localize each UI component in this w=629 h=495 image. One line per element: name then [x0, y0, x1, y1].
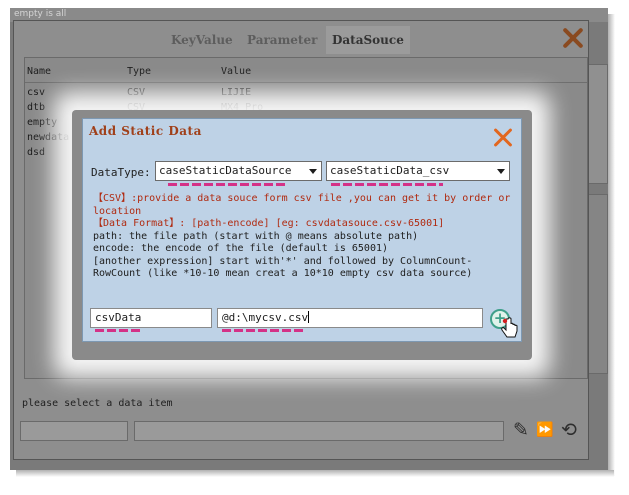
- item-value-field[interactable]: [134, 421, 504, 441]
- top-strip-text: empty is all: [14, 9, 67, 19]
- data-name-value: csvData: [95, 311, 142, 324]
- datatype-select-value: caseStaticDataSource: [159, 164, 292, 177]
- cell-type: CSV: [127, 87, 146, 98]
- datasource-select-value: caseStaticData_csv: [330, 164, 450, 177]
- status-text: please select a data item: [22, 398, 173, 409]
- datatype-label: DataType:: [91, 166, 151, 179]
- description-tag: 【Data Format】: [93, 218, 180, 229]
- header-divider: [25, 82, 587, 83]
- cell-name: empty: [27, 117, 58, 128]
- item-name-field[interactable]: [20, 421, 128, 441]
- description-tag: 【CSV】: [93, 193, 132, 204]
- fast-forward-icon[interactable]: ⏩: [534, 419, 556, 441]
- datatype-select[interactable]: caseStaticDataSource: [155, 161, 322, 181]
- description-text: encode: the encode of the file (default …: [93, 243, 389, 254]
- description-line: 【CSV】:provide a data souce form csv file…: [93, 193, 513, 218]
- data-path-input[interactable]: @d:\mycsv.csv: [217, 308, 483, 328]
- description-line: [another expression] start with'*' and f…: [93, 256, 513, 281]
- page-shadow: [16, 470, 614, 477]
- highlight-underline: [222, 329, 304, 332]
- column-header-name: Name: [27, 66, 52, 77]
- tab-parameter[interactable]: Parameter: [247, 33, 317, 47]
- description-line: encode: the encode of the file (default …: [93, 243, 513, 256]
- table-row[interactable]: csv CSV LIJIE: [25, 86, 587, 101]
- description-text: [another expression] start with'*' and f…: [93, 255, 473, 280]
- pen-icon[interactable]: ✎: [510, 419, 532, 441]
- highlight-underline: [168, 183, 286, 186]
- cell-name: csv: [27, 87, 46, 98]
- close-icon[interactable]: [560, 25, 586, 51]
- description-line: 【Data Format】: [path-encode] [eg: csvdat…: [93, 218, 513, 231]
- cell-name: dtb: [27, 102, 46, 113]
- hand-cursor-icon: [501, 317, 518, 338]
- tab-keyvalue[interactable]: KeyValue: [171, 33, 233, 47]
- cell-name: newdata: [27, 132, 70, 143]
- description-text: : [path-encode] [eg: csvdatasouce.csv-65…: [179, 218, 445, 229]
- tab-datasouce[interactable]: DataSouce: [326, 26, 410, 54]
- close-icon[interactable]: [491, 126, 515, 150]
- chevron-down-icon: [497, 169, 505, 174]
- datasource-select[interactable]: caseStaticData_csv: [326, 161, 510, 181]
- column-header-type: Type: [127, 66, 152, 77]
- side-panel-lower: [588, 194, 608, 374]
- cell-name: dsd: [27, 147, 46, 158]
- description-text: path: the file path (start with @ means …: [93, 230, 419, 242]
- add-static-data-dialog: Add Static Data DataType: caseStaticData…: [82, 118, 522, 342]
- text-caret: [308, 311, 310, 323]
- chevron-down-icon: [309, 169, 317, 174]
- highlight-underline: [331, 183, 443, 186]
- reset-icon[interactable]: ⟲: [558, 419, 580, 441]
- highlight-underline: [95, 329, 143, 332]
- description-line: path: the file path (start with @ means …: [93, 231, 513, 244]
- side-panel: [588, 64, 608, 184]
- cell-value: LIJIE: [221, 87, 252, 98]
- page-shadow: [608, 14, 615, 476]
- data-name-input[interactable]: csvData: [90, 308, 212, 328]
- format-description: 【CSV】:provide a data souce form csv file…: [93, 193, 513, 281]
- tab-bar: KeyValue Parameter DataSouce: [14, 21, 588, 55]
- data-path-value: @d:\mycsv.csv: [222, 311, 309, 324]
- column-header-value: Value: [221, 66, 252, 77]
- description-text: :provide a data souce form csv file ,you…: [93, 193, 511, 217]
- dialog-title: Add Static Data: [89, 124, 202, 138]
